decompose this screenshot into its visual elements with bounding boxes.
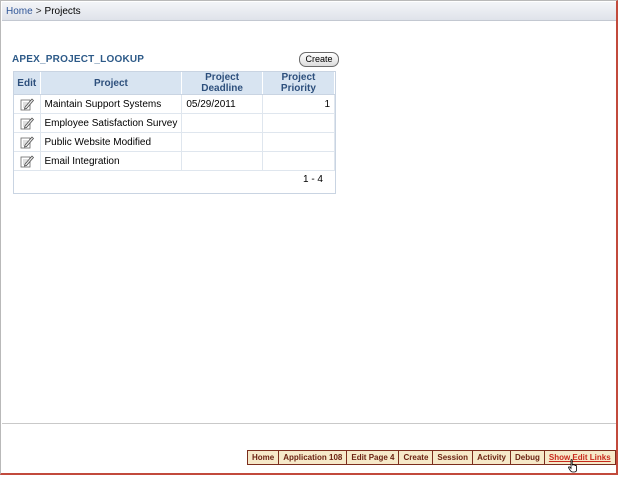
table-row: Employee Satisfaction Survey xyxy=(14,113,336,133)
create-button[interactable]: Create xyxy=(299,52,339,67)
column-header-edit[interactable]: Edit xyxy=(14,72,41,95)
cell-deadline xyxy=(181,151,263,171)
edit-cell xyxy=(14,151,41,171)
pencil-edit-icon xyxy=(20,117,34,130)
toolbar-show-edit-links[interactable]: Show Edit Links xyxy=(545,451,615,464)
breadcrumb-current: Projects xyxy=(44,6,81,17)
edit-link[interactable] xyxy=(20,117,34,130)
app-window: Home > Projects APEX_PROJECT_LOOKUP Create… xyxy=(0,0,618,475)
report-table: Edit Project Project Deadline Project Pr… xyxy=(14,72,336,171)
toolbar-edit-page[interactable]: Edit Page 4 xyxy=(347,451,400,464)
edit-cell xyxy=(14,94,41,114)
developer-toolbar: Home Application 108 Edit Page 4 Create … xyxy=(247,450,616,465)
cell-project: Public Website Modified xyxy=(40,132,183,152)
cell-deadline xyxy=(181,132,263,152)
footer-divider xyxy=(2,423,616,424)
cell-priority xyxy=(262,113,336,133)
toolbar-create[interactable]: Create xyxy=(399,451,434,464)
region-title: APEX_PROJECT_LOOKUP xyxy=(12,54,145,65)
cell-project: Maintain Support Systems xyxy=(40,94,183,114)
pencil-edit-icon xyxy=(20,98,34,111)
breadcrumb-home-link[interactable]: Home xyxy=(6,6,33,17)
breadcrumb: Home > Projects xyxy=(2,2,616,21)
hand-pointer-icon xyxy=(568,459,577,473)
cell-priority xyxy=(262,132,336,152)
toolbar-home[interactable]: Home xyxy=(248,451,280,464)
pagination-label: 1 - 4 xyxy=(302,174,323,185)
toolbar-activity[interactable]: Activity xyxy=(473,451,511,464)
report-region: Edit Project Project Deadline Project Pr… xyxy=(13,71,336,194)
toolbar-application[interactable]: Application 108 xyxy=(279,451,348,464)
cell-project: Employee Satisfaction Survey xyxy=(40,113,183,133)
cell-deadline xyxy=(181,113,263,133)
cell-priority xyxy=(262,151,336,171)
cell-priority: 1 xyxy=(262,94,336,114)
edit-link[interactable] xyxy=(20,155,34,168)
table-header-row: Edit Project Project Deadline Project Pr… xyxy=(14,72,336,95)
breadcrumb-separator: > xyxy=(35,6,42,17)
column-header-deadline[interactable]: Project Deadline xyxy=(181,72,263,95)
cell-project: Email Integration xyxy=(40,151,183,171)
pencil-edit-icon xyxy=(20,136,34,149)
column-header-priority[interactable]: Project Priority xyxy=(262,72,336,95)
cell-deadline: 05/29/2011 xyxy=(181,94,263,114)
edit-link[interactable] xyxy=(20,98,34,111)
toolbar-session[interactable]: Session xyxy=(433,451,474,464)
edit-link[interactable] xyxy=(20,136,34,149)
table-row: Public Website Modified xyxy=(14,132,336,152)
edit-cell xyxy=(14,113,41,133)
column-header-project[interactable]: Project xyxy=(40,72,183,95)
toolbar-debug[interactable]: Debug xyxy=(511,451,545,464)
table-row: Maintain Support Systems 05/29/2011 1 xyxy=(14,94,336,114)
table-row: Email Integration xyxy=(14,151,336,171)
edit-cell xyxy=(14,132,41,152)
pencil-edit-icon xyxy=(20,155,34,168)
